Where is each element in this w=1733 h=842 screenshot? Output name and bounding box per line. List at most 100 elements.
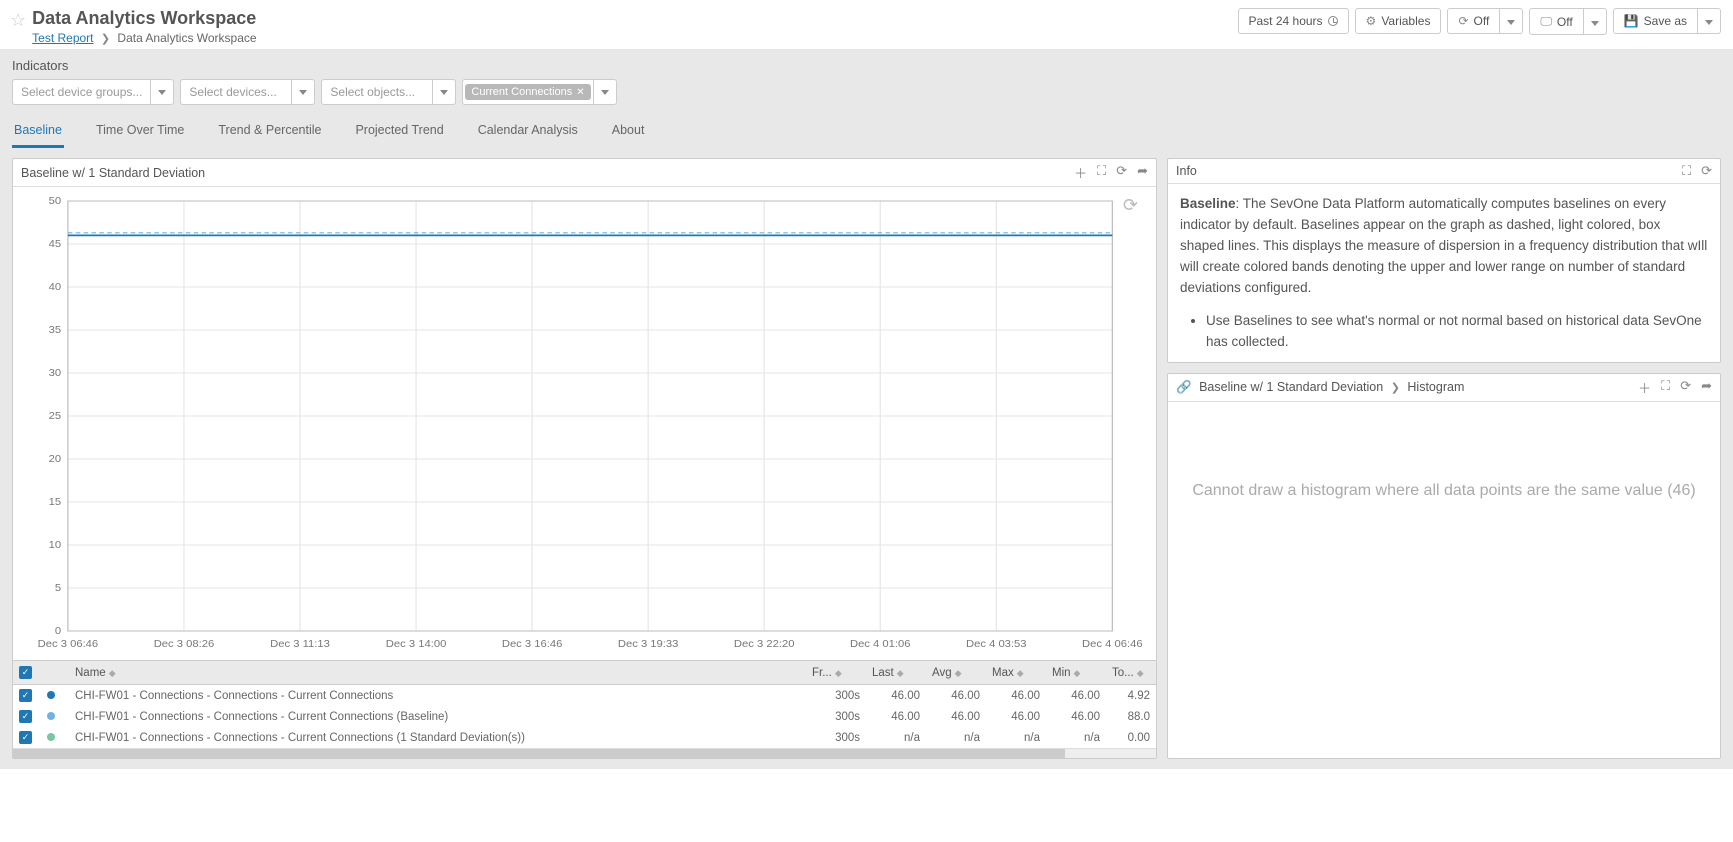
col-header[interactable]: Fr...◆	[806, 661, 866, 685]
sort-icon[interactable]: ◆	[1074, 668, 1081, 678]
cell-min: n/a	[1046, 727, 1106, 748]
cell-avg: 46.00	[926, 706, 986, 727]
cell-fr: 300s	[806, 727, 866, 748]
plus-icon[interactable]: ＋	[1074, 163, 1087, 182]
col-header[interactable]: Avg◆	[926, 661, 986, 685]
objects-select[interactable]: Select objects...	[321, 79, 456, 105]
table-row[interactable]: ✓ CHI-FW01 - Connections - Connections - …	[13, 685, 1156, 707]
table-row[interactable]: ✓ CHI-FW01 - Connections - Connections - …	[13, 727, 1156, 748]
info-bold: Baseline	[1180, 196, 1236, 211]
cell-to: 88.0	[1106, 706, 1156, 727]
refresh-icon[interactable]: ⟳	[1680, 378, 1691, 397]
device-groups-placeholder: Select device groups...	[13, 85, 150, 99]
tabs-bar: Baseline Time Over Time Trend & Percentile…	[0, 115, 1733, 148]
histogram-panel: 🔗 Baseline w/ 1 Standard Deviation ❯ His…	[1167, 373, 1721, 759]
page-title: Data Analytics Workspace	[32, 8, 1237, 29]
chevron-down-icon[interactable]	[291, 80, 314, 104]
export-icon[interactable]: ➦	[1137, 163, 1148, 182]
tab-calendar-analysis[interactable]: Calendar Analysis	[476, 115, 580, 148]
cell-name: CHI-FW01 - Connections - Connections - C…	[69, 727, 806, 748]
saveas-button[interactable]: 💾 Save as	[1613, 8, 1698, 34]
col-header[interactable]: To...◆	[1106, 661, 1156, 685]
tab-time-over-time[interactable]: Time Over Time	[94, 115, 186, 148]
tab-about[interactable]: About	[610, 115, 647, 148]
svg-text:40: 40	[49, 282, 62, 293]
series-color-dot	[47, 733, 55, 741]
histogram-panel-header: 🔗 Baseline w/ 1 Standard Deviation ❯ His…	[1168, 374, 1720, 402]
presentation-off-label: Off	[1557, 15, 1573, 29]
breadcrumb-link[interactable]: Test Report	[32, 31, 93, 45]
cell-max: 46.00	[986, 685, 1046, 707]
row-checkbox[interactable]: ✓	[19, 731, 32, 744]
plus-icon[interactable]: ＋	[1638, 378, 1651, 397]
histogram-link[interactable]: Baseline w/ 1 Standard Deviation	[1199, 380, 1383, 394]
svg-text:Dec 3 22:20: Dec 3 22:20	[734, 639, 795, 650]
chevron-down-icon[interactable]	[432, 80, 455, 104]
refresh-icon: ⟳	[1458, 14, 1468, 28]
close-icon[interactable]: ✕	[576, 87, 584, 98]
cell-to: 4.92	[1106, 685, 1156, 707]
chevron-down-icon[interactable]	[150, 80, 173, 104]
workspace: Baseline w/ 1 Standard Deviation ＋ ⛶ ⟳ ➦…	[0, 148, 1733, 769]
svg-text:Dec 3 11:13: Dec 3 11:13	[270, 639, 330, 650]
sort-icon[interactable]: ◆	[1137, 668, 1144, 678]
sort-icon[interactable]: ◆	[897, 668, 904, 678]
devices-select[interactable]: Select devices...	[180, 79, 315, 105]
col-header[interactable]: Name◆	[69, 661, 806, 685]
info-bullet: Use Baselines to see what's normal or no…	[1206, 311, 1708, 353]
tab-baseline[interactable]: Baseline	[12, 115, 64, 148]
sort-icon[interactable]: ◆	[835, 668, 842, 678]
refresh-off-button[interactable]: ⟳ Off	[1447, 8, 1500, 34]
col-header[interactable]: Min◆	[1046, 661, 1106, 685]
row-checkbox[interactable]: ✓	[19, 689, 32, 702]
presentation-off-button[interactable]: 🖵 Off	[1529, 8, 1583, 35]
variables-button[interactable]: ⚙ Variables	[1355, 8, 1442, 34]
sort-icon[interactable]: ◆	[955, 668, 962, 678]
sort-icon[interactable]: ◆	[1017, 668, 1024, 678]
left-column: Baseline w/ 1 Standard Deviation ＋ ⛶ ⟳ ➦…	[12, 158, 1157, 759]
col-header[interactable]	[41, 661, 69, 685]
sort-icon[interactable]: ◆	[109, 668, 116, 678]
col-header[interactable]: Last◆	[866, 661, 926, 685]
info-panel-title: Info	[1176, 164, 1682, 178]
svg-text:Dec 3 08:26: Dec 3 08:26	[154, 639, 215, 650]
favorite-star-icon[interactable]: ☆	[10, 10, 26, 31]
chevron-down-icon	[1591, 15, 1599, 29]
cell-name: CHI-FW01 - Connections - Connections - C…	[69, 685, 806, 707]
chart-panel-header: Baseline w/ 1 Standard Deviation ＋ ⛶ ⟳ ➦	[13, 159, 1156, 187]
chart-panel-tools: ＋ ⛶ ⟳ ➦	[1074, 163, 1148, 182]
tabs: Baseline Time Over Time Trend & Percentile…	[12, 115, 1721, 148]
timerange-label: Past 24 hours	[1249, 14, 1323, 28]
horizontal-scrollbar[interactable]	[13, 748, 1156, 758]
svg-text:45: 45	[49, 239, 62, 250]
export-icon[interactable]: ➦	[1701, 378, 1712, 397]
svg-text:5: 5	[55, 583, 61, 594]
tab-projected-trend[interactable]: Projected Trend	[353, 115, 445, 148]
chart-panel: Baseline w/ 1 Standard Deviation ＋ ⛶ ⟳ ➦…	[12, 158, 1157, 759]
objects-placeholder: Select objects...	[322, 85, 432, 99]
expand-icon[interactable]: ⛶	[1661, 378, 1670, 397]
expand-icon[interactable]: ⛶	[1097, 163, 1106, 182]
indicator-select[interactable]: Current Connections ✕	[462, 79, 616, 105]
chevron-down-icon[interactable]	[593, 80, 616, 104]
cell-avg: n/a	[926, 727, 986, 748]
info-panel-tools: ⛶ ⟳	[1682, 163, 1712, 179]
row-checkbox[interactable]: ✓	[19, 710, 32, 723]
device-groups-select[interactable]: Select device groups...	[12, 79, 174, 105]
saveas-caret[interactable]	[1698, 8, 1721, 34]
refresh-icon[interactable]: ⟳	[1701, 163, 1712, 179]
presentation-off-caret[interactable]	[1584, 8, 1607, 35]
info-text: : The SevOne Data Platform automatically…	[1180, 196, 1707, 295]
refresh-icon[interactable]: ⟳	[1116, 163, 1127, 182]
tab-trend-percentile[interactable]: Trend & Percentile	[216, 115, 323, 148]
select-all-checkbox[interactable]: ✓	[19, 666, 32, 679]
chart-loading-icon[interactable]: ⟳	[1123, 195, 1138, 216]
expand-icon[interactable]: ⛶	[1682, 163, 1691, 179]
timerange-button[interactable]: Past 24 hours	[1238, 8, 1349, 34]
col-header[interactable]: ✓	[13, 661, 41, 685]
table-row[interactable]: ✓CHI-FW01 - Connections - Connections - …	[13, 706, 1156, 727]
refresh-off-caret[interactable]	[1500, 8, 1523, 34]
col-header[interactable]: Max◆	[986, 661, 1046, 685]
indicator-chip[interactable]: Current Connections ✕	[465, 84, 590, 100]
svg-text:50: 50	[49, 196, 62, 207]
